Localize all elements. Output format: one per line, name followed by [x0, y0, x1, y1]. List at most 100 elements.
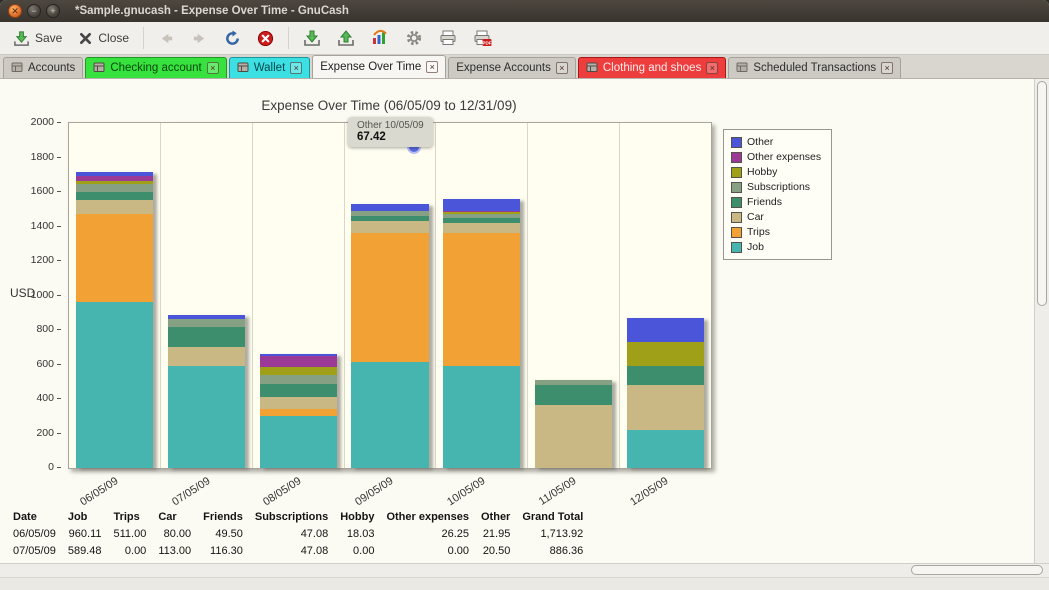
- y-tick-label: 0: [0, 461, 62, 473]
- bar-segment-friends[interactable]: [627, 366, 704, 385]
- tab-checking-account[interactable]: Checking account ×: [85, 57, 226, 78]
- toolbar-separator: [288, 27, 289, 49]
- bar-segment-hobby[interactable]: [627, 342, 704, 366]
- table-header: Job: [65, 509, 111, 526]
- vertical-scrollbar[interactable]: [1034, 79, 1049, 563]
- bar-segment-trips[interactable]: [260, 409, 337, 417]
- reload-button[interactable]: [217, 27, 248, 50]
- bar-segment-friends[interactable]: [260, 384, 337, 398]
- tab-close-icon[interactable]: ×: [426, 61, 438, 73]
- plot-area: [68, 122, 712, 469]
- vertical-scrollbar-thumb[interactable]: [1037, 81, 1047, 306]
- legend-swatch: [731, 242, 742, 253]
- forward-button[interactable]: [184, 27, 215, 50]
- bar-segment-car[interactable]: [627, 385, 704, 430]
- stacked-bar-11/05/09[interactable]: [535, 380, 612, 468]
- status-bar: [0, 577, 1049, 590]
- bar-segment-car[interactable]: [260, 397, 337, 408]
- stacked-bar-06/05/09[interactable]: [76, 172, 153, 468]
- legend-swatch: [731, 212, 742, 223]
- tab-expense-accounts[interactable]: Expense Accounts ×: [448, 57, 576, 78]
- report-options-button[interactable]: [364, 26, 396, 50]
- bar-segment-trips[interactable]: [443, 233, 520, 366]
- tab-label: Scheduled Transactions: [753, 62, 876, 74]
- x-tick-label: 09/05/09: [353, 475, 395, 508]
- bar-segment-job[interactable]: [76, 302, 153, 468]
- bar-segment-subscriptions[interactable]: [76, 184, 153, 192]
- bar-segment-job[interactable]: [168, 366, 245, 468]
- bar-segment-car[interactable]: [76, 200, 153, 214]
- stacked-bar-12/05/09[interactable]: [627, 318, 704, 468]
- bar-segment-friends[interactable]: [535, 385, 612, 405]
- bar-segment-other[interactable]: [443, 199, 520, 211]
- bar-segment-car[interactable]: [351, 221, 428, 232]
- table-header: Trips: [110, 509, 155, 526]
- forward-icon: [191, 30, 208, 47]
- bar-segment-job[interactable]: [260, 416, 337, 468]
- export-pdf-button[interactable]: PDF: [466, 26, 499, 50]
- cell-value: 116.30: [200, 543, 252, 560]
- bar-segment-car[interactable]: [443, 223, 520, 233]
- tab-label: Checking account: [110, 62, 201, 74]
- bar-segment-car[interactable]: [535, 405, 612, 468]
- accounts-icon: [11, 61, 23, 76]
- bar-segment-trips[interactable]: [351, 233, 428, 362]
- bar-segment-car[interactable]: [168, 347, 245, 366]
- window-maximize-button[interactable]: +: [46, 4, 60, 18]
- bar-segment-other[interactable]: [627, 318, 704, 342]
- tab-label: Accounts: [28, 62, 75, 74]
- bar-segment-other[interactable]: [351, 204, 428, 211]
- bar-slot: [435, 123, 527, 468]
- stacked-bar-08/05/09[interactable]: [260, 354, 337, 468]
- bar-segment-friends[interactable]: [76, 192, 153, 201]
- window-minimize-button[interactable]: −: [27, 4, 41, 18]
- bar-segment-job[interactable]: [443, 366, 520, 468]
- bar-segment-subscriptions[interactable]: [260, 375, 337, 383]
- reload-icon: [224, 30, 241, 47]
- bar-segment-hobby[interactable]: [260, 367, 337, 376]
- save-report-button[interactable]: [330, 26, 362, 50]
- horizontal-scrollbar[interactable]: [0, 563, 1049, 577]
- tab-scheduled-transactions[interactable]: Scheduled Transactions ×: [728, 57, 901, 78]
- titlebar: ✕ − + *Sample.gnucash - Expense Over Tim…: [0, 0, 1049, 22]
- tab-close-icon[interactable]: ×: [556, 62, 568, 74]
- stacked-bar-10/05/09[interactable]: [443, 199, 520, 468]
- tab-expense-over-time[interactable]: Expense Over Time ×: [312, 55, 446, 78]
- back-button[interactable]: [151, 27, 182, 50]
- stacked-bar-09/05/09[interactable]: [351, 204, 428, 468]
- options-gear-icon: [405, 29, 423, 47]
- window-close-button[interactable]: ✕: [8, 4, 22, 18]
- save-button[interactable]: Save: [6, 27, 69, 50]
- cell-value: 511.00: [110, 526, 155, 543]
- bar-segment-job[interactable]: [627, 430, 704, 468]
- legend-label: Job: [747, 241, 764, 253]
- tab-accounts[interactable]: Accounts: [3, 57, 83, 78]
- export-button[interactable]: [296, 26, 328, 50]
- bar-segment-subscriptions[interactable]: [168, 319, 245, 327]
- account-register-icon: [586, 61, 598, 76]
- tab-close-icon[interactable]: ×: [290, 62, 302, 74]
- bar-segment-trips[interactable]: [76, 214, 153, 302]
- table-row: 07/05/09589.480.00113.00116.3047.080.000…: [10, 543, 592, 560]
- stop-button[interactable]: [250, 27, 281, 50]
- legend-swatch: [731, 167, 742, 178]
- legend-label: Friends: [747, 196, 782, 208]
- bar-segment-friends[interactable]: [168, 327, 245, 347]
- tab-close-icon[interactable]: ×: [881, 62, 893, 74]
- legend-item: Other: [731, 136, 821, 148]
- bar-segment-other-expenses[interactable]: [260, 356, 337, 366]
- tab-clothing-and-shoes[interactable]: Clothing and shoes ×: [578, 57, 726, 78]
- cell-date: 06/05/09: [10, 526, 65, 543]
- legend-item: Car: [731, 211, 821, 223]
- tab-close-icon[interactable]: ×: [207, 62, 219, 74]
- tab-wallet[interactable]: Wallet ×: [229, 57, 311, 78]
- stacked-bar-07/05/09[interactable]: [168, 315, 245, 468]
- close-report-button[interactable]: Close: [71, 28, 136, 49]
- tab-close-icon[interactable]: ×: [706, 62, 718, 74]
- close-button-label: Close: [98, 31, 129, 45]
- horizontal-scrollbar-thumb[interactable]: [911, 565, 1043, 575]
- legend-swatch: [731, 152, 742, 163]
- options-button[interactable]: [398, 26, 430, 50]
- print-button[interactable]: [432, 26, 464, 50]
- bar-segment-job[interactable]: [351, 362, 428, 468]
